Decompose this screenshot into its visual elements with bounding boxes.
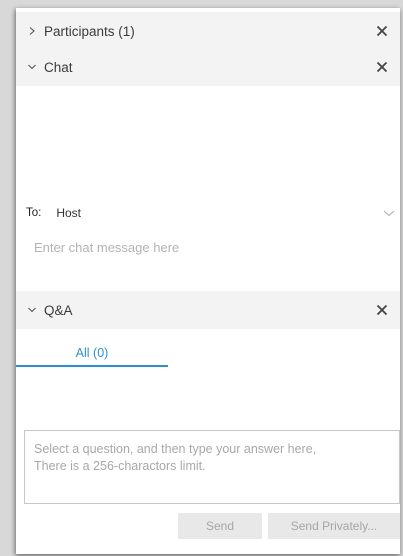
side-panel: Participants (1) Chat To: Host Q&A <box>16 8 400 554</box>
chat-recipient-select[interactable]: To: Host <box>16 200 400 226</box>
answer-input[interactable] <box>24 430 400 504</box>
chat-title: Chat <box>44 59 73 75</box>
participants-title: Participants (1) <box>44 23 135 39</box>
close-icon[interactable] <box>374 59 390 75</box>
close-icon[interactable] <box>374 302 390 318</box>
participants-header[interactable]: Participants (1) <box>16 12 400 50</box>
chevron-down-icon <box>26 61 38 73</box>
tab-active-indicator <box>16 365 168 367</box>
send-button[interactable]: Send <box>178 513 262 539</box>
chat-message-input[interactable] <box>16 233 400 261</box>
chevron-down-icon[interactable] <box>382 206 396 220</box>
recipient-value: Host <box>56 206 82 220</box>
qa-title: Q&A <box>44 302 73 318</box>
to-label: To: <box>26 207 42 219</box>
chevron-down-icon <box>26 304 38 316</box>
tab-all[interactable]: All (0) <box>16 338 168 368</box>
chevron-right-icon <box>26 25 38 37</box>
qa-header[interactable]: Q&A <box>16 291 400 329</box>
chat-header[interactable]: Chat <box>16 48 400 86</box>
close-icon[interactable] <box>374 23 390 39</box>
send-privately-button[interactable]: Send Privately... <box>268 513 400 539</box>
tab-all-label: All (0) <box>75 346 109 360</box>
